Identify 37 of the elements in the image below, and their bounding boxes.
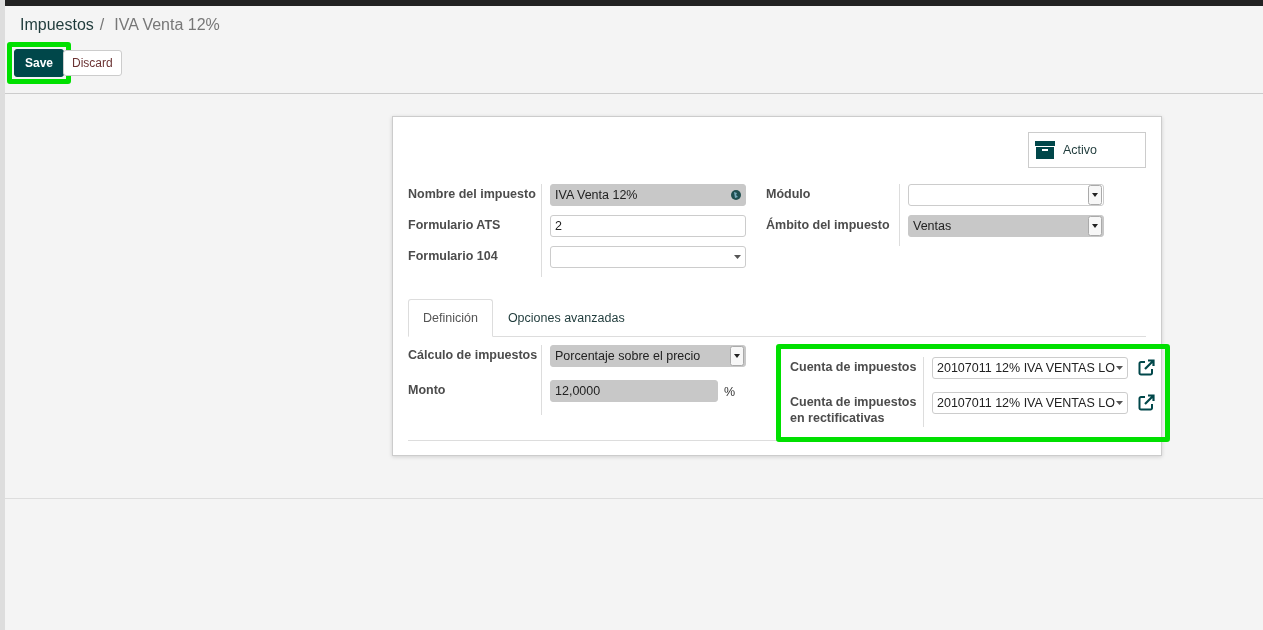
- input-field[interactable]: Porcentaje sobre el precio: [550, 345, 746, 367]
- input-field[interactable]: 2: [550, 215, 746, 237]
- field-label: Cuenta de impuestos en rectificativas: [790, 394, 918, 427]
- field-label: Nombre del impuesto: [408, 186, 537, 203]
- dropdown-caret-icon: [1088, 216, 1102, 236]
- field-label: Módulo: [766, 186, 812, 203]
- dropdown-caret-icon: [730, 346, 744, 366]
- input-field[interactable]: Ventas: [908, 215, 1104, 237]
- breadcrumb-current: IVA Venta 12%: [114, 16, 220, 34]
- caret-icon: [1116, 366, 1123, 370]
- caret-icon: [1116, 401, 1123, 405]
- globe-icon[interactable]: [731, 190, 741, 200]
- archive-box-icon: [1035, 141, 1055, 159]
- input-field[interactable]: [550, 246, 746, 268]
- field-label: Cálculo de impuestos: [408, 347, 539, 364]
- field-label: Cuenta de impuestos: [790, 359, 918, 376]
- dropdown-caret-icon: [1088, 185, 1102, 205]
- discard-button[interactable]: Discard: [63, 50, 122, 76]
- input-field[interactable]: 20107011 12% IVA VENTAS LO: [932, 392, 1128, 414]
- input-field[interactable]: 12,0000: [550, 380, 718, 402]
- input-field[interactable]: IVA Venta 12%: [550, 184, 746, 206]
- active-toggle-button[interactable]: Activo: [1028, 132, 1146, 168]
- save-button[interactable]: Save: [14, 49, 65, 77]
- tab[interactable]: Definición: [408, 299, 493, 337]
- breadcrumb-link[interactable]: Impuestos: [20, 16, 94, 34]
- field-label: Formulario 104: [408, 248, 499, 265]
- input-field[interactable]: 20107011 12% IVA VENTAS LO: [932, 357, 1128, 379]
- external-link-icon[interactable]: [1138, 359, 1155, 376]
- field-label: Formulario ATS: [408, 217, 502, 234]
- caret-icon: [734, 255, 741, 259]
- field-label: Ámbito del impuesto: [766, 216, 891, 234]
- percent-sign: %: [724, 384, 736, 399]
- tab[interactable]: Opciones avanzadas: [492, 299, 640, 337]
- external-link-icon[interactable]: [1138, 394, 1155, 411]
- breadcrumb-separator: /: [99, 16, 105, 34]
- field-label: Monto: [408, 382, 447, 399]
- input-field[interactable]: [908, 184, 1104, 206]
